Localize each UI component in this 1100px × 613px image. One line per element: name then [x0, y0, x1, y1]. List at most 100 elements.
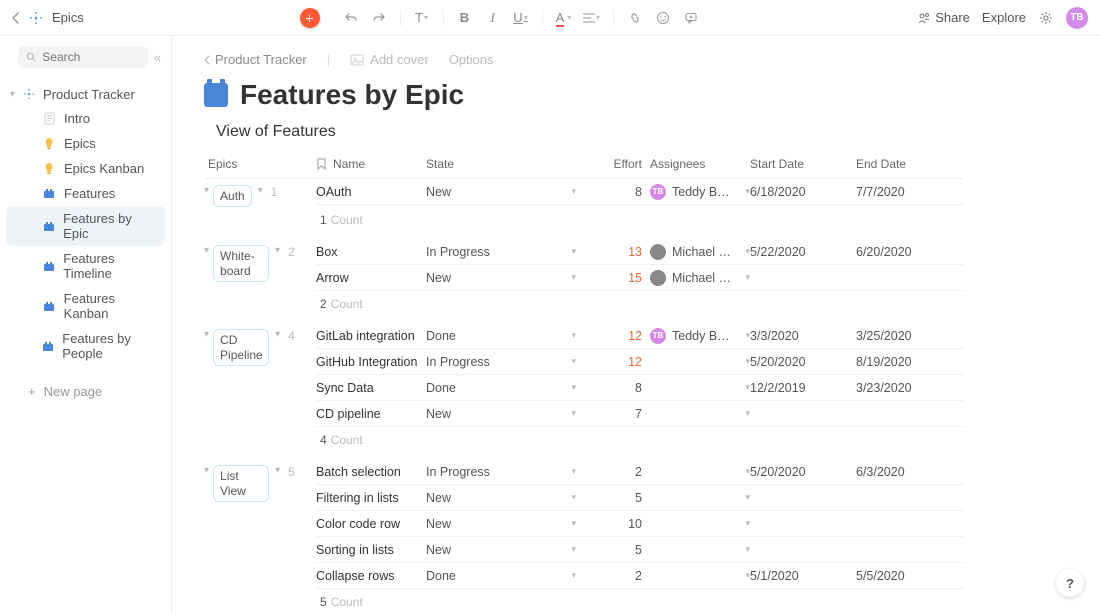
- group-toggle[interactable]: ▾: [204, 245, 209, 256]
- cell-state[interactable]: New▾: [426, 407, 604, 421]
- cell-name[interactable]: OAuth: [316, 185, 426, 199]
- cell-state[interactable]: New▾: [426, 185, 604, 199]
- redo-button[interactable]: [368, 7, 390, 29]
- table-row[interactable]: BoxIn Progress▾13Michael Du…▾5/22/20206/…: [316, 239, 964, 265]
- collapse-sidebar-button[interactable]: «: [154, 50, 161, 65]
- cell-name[interactable]: Box: [316, 245, 426, 259]
- chevron-down-icon[interactable]: ▾: [745, 408, 750, 419]
- cell-assignee[interactable]: TBTeddy Bear▾: [642, 328, 750, 344]
- cell-state[interactable]: Done▾: [426, 569, 604, 583]
- sidebar-item[interactable]: Features by People: [0, 326, 171, 366]
- chevron-down-icon[interactable]: ▾: [745, 272, 750, 283]
- cell-assignee[interactable]: ▾: [642, 408, 750, 419]
- table-row[interactable]: Filtering in listsNew▾5▾: [316, 485, 964, 511]
- cell-state[interactable]: In Progress▾: [426, 355, 604, 369]
- add-cover-button[interactable]: Add cover: [350, 52, 429, 67]
- help-button[interactable]: ?: [1056, 569, 1084, 597]
- underline-button[interactable]: U ▾: [510, 7, 532, 29]
- epic-pill[interactable]: List View: [213, 465, 269, 502]
- col-epics[interactable]: Epics: [204, 157, 316, 171]
- cell-name[interactable]: Sorting in lists: [316, 543, 426, 557]
- sidebar-item[interactable]: Epics Kanban: [0, 156, 171, 181]
- cell-name[interactable]: Batch selection: [316, 465, 426, 479]
- sidebar-item[interactable]: Intro: [0, 106, 171, 131]
- add-button[interactable]: +: [300, 8, 320, 28]
- cell-state[interactable]: New▾: [426, 543, 604, 557]
- cell-effort[interactable]: 7: [604, 407, 642, 421]
- cell-effort[interactable]: 8: [604, 185, 642, 199]
- cell-start[interactable]: 5/1/2020: [750, 569, 856, 583]
- cell-end[interactable]: 3/25/2020: [856, 329, 936, 343]
- table-row[interactable]: Batch selectionIn Progress▾2▾5/20/20206/…: [316, 459, 964, 485]
- cell-effort[interactable]: 2: [604, 569, 642, 583]
- cell-end[interactable]: 8/19/2020: [856, 355, 936, 369]
- cell-state[interactable]: In Progress▾: [426, 465, 604, 479]
- cell-state[interactable]: Done▾: [426, 381, 604, 395]
- chevron-down-icon[interactable]: ▾: [745, 518, 750, 529]
- cell-assignee[interactable]: ▾: [642, 492, 750, 503]
- cell-state[interactable]: New▾: [426, 517, 604, 531]
- col-effort[interactable]: Effort: [604, 157, 642, 171]
- text-style-button[interactable]: T ▾: [411, 7, 433, 29]
- cell-name[interactable]: Sync Data: [316, 381, 426, 395]
- table-row[interactable]: Sorting in listsNew▾5 ▾: [316, 537, 964, 563]
- table-row[interactable]: ArrowNew▾15Michael Du…▾: [316, 265, 964, 291]
- cell-state[interactable]: In Progress▾: [426, 245, 604, 259]
- table-row[interactable]: GitHub IntegrationIn Progress▾12▾5/20/20…: [316, 349, 964, 375]
- cell-name[interactable]: CD pipeline: [316, 407, 426, 421]
- link-button[interactable]: [624, 7, 646, 29]
- chevron-down-icon[interactable]: ▾: [745, 544, 750, 555]
- sidebar-item[interactable]: Features: [0, 181, 171, 206]
- cell-effort[interactable]: 12: [604, 355, 642, 369]
- table-row[interactable]: OAuthNew▾8TBTeddy Bear▾6/18/20207/7/2020: [316, 179, 964, 205]
- table-row[interactable]: Collapse rowsDone▾2▾5/1/20205/5/2020: [316, 563, 964, 589]
- undo-button[interactable]: [340, 7, 362, 29]
- cell-start[interactable]: 5/20/2020: [750, 465, 856, 479]
- cell-effort[interactable]: 2: [604, 465, 642, 479]
- cell-effort[interactable]: 15: [604, 271, 642, 285]
- epic-pill[interactable]: CD Pipeline: [213, 329, 269, 366]
- table-row[interactable]: Sync DataDone▾8▾12/2/20193/23/2020: [316, 375, 964, 401]
- cell-effort[interactable]: 5: [604, 543, 642, 557]
- col-name[interactable]: Name: [316, 157, 426, 171]
- cell-assignee[interactable]: Michael Du…▾: [642, 244, 750, 260]
- sidebar-item[interactable]: Features Kanban: [0, 286, 171, 326]
- cell-effort[interactable]: 13: [604, 245, 642, 259]
- cell-assignee[interactable]: ▾: [642, 466, 750, 477]
- text-color-button[interactable]: A ▾: [553, 7, 575, 29]
- cell-assignee[interactable]: ▾: [642, 570, 750, 581]
- col-state[interactable]: State: [426, 157, 604, 171]
- cell-end[interactable]: 3/23/2020: [856, 381, 936, 395]
- cell-effort[interactable]: 10: [604, 517, 642, 531]
- cell-name[interactable]: GitHub Integration: [316, 355, 426, 369]
- sidebar-item[interactable]: Features by Epic: [6, 206, 165, 246]
- emoji-button[interactable]: [652, 7, 674, 29]
- options-button[interactable]: Options: [449, 52, 494, 67]
- table-row[interactable]: GitLab integrationDone▾12TBTeddy Bear▾3/…: [316, 323, 964, 349]
- col-assignees[interactable]: Assignees: [642, 157, 750, 171]
- cell-name[interactable]: Arrow: [316, 271, 426, 285]
- cell-end[interactable]: 5/5/2020: [856, 569, 936, 583]
- cell-name[interactable]: Color code row: [316, 517, 426, 531]
- search-input[interactable]: [18, 46, 148, 68]
- cell-effort[interactable]: 5: [604, 491, 642, 505]
- col-start[interactable]: Start Date: [750, 157, 856, 171]
- epic-pill[interactable]: Auth: [213, 185, 252, 207]
- cell-name[interactable]: GitLab integration: [316, 329, 426, 343]
- breadcrumb[interactable]: Epics: [52, 10, 84, 25]
- share-button[interactable]: Share: [917, 10, 970, 25]
- group-toggle[interactable]: ▾: [204, 465, 209, 476]
- cell-start[interactable]: 5/20/2020: [750, 355, 856, 369]
- col-end[interactable]: End Date: [856, 157, 936, 171]
- settings-button[interactable]: [1038, 10, 1054, 26]
- align-button[interactable]: ▾: [581, 7, 603, 29]
- table-row[interactable]: CD pipelineNew▾7 ▾: [316, 401, 964, 427]
- cell-start[interactable]: 5/22/2020: [750, 245, 856, 259]
- explore-button[interactable]: Explore: [982, 10, 1026, 25]
- chevron-down-icon[interactable]: ▾: [745, 492, 750, 503]
- italic-button[interactable]: I: [482, 7, 504, 29]
- user-avatar[interactable]: TB: [1066, 7, 1088, 29]
- cell-assignee[interactable]: ▾: [642, 382, 750, 393]
- epic-pill[interactable]: White-board: [213, 245, 269, 282]
- cell-state[interactable]: New▾: [426, 491, 604, 505]
